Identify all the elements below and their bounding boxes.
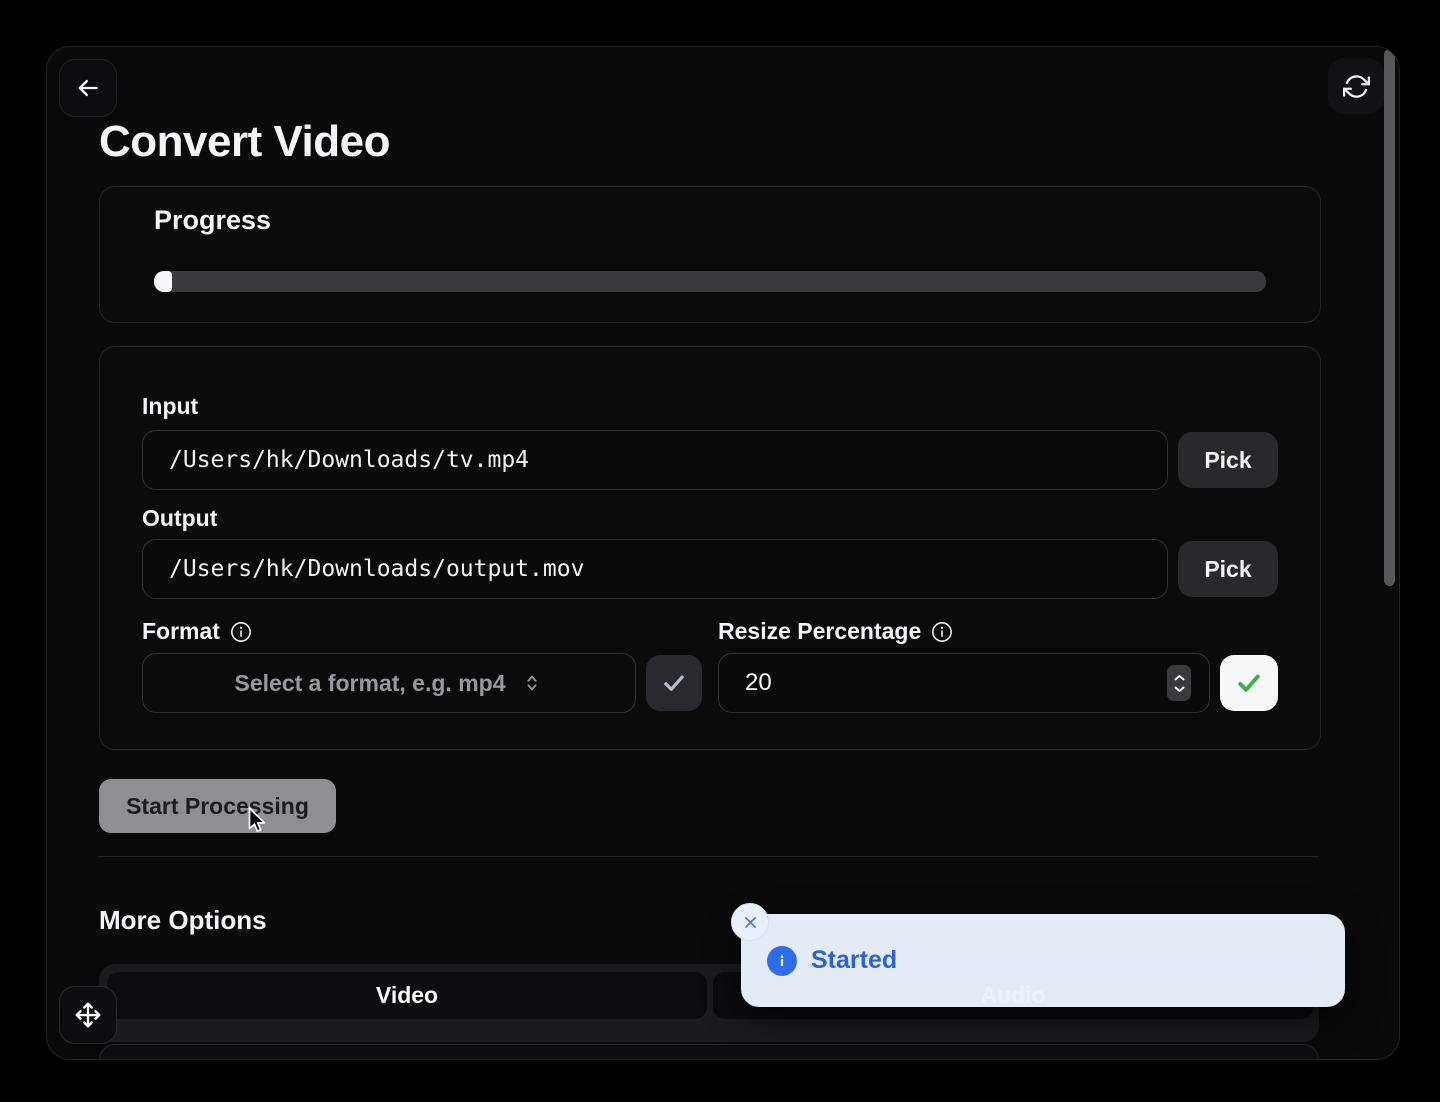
input-path-field[interactable]: /Users/hk/Downloads/tv.mp4 (142, 430, 1168, 490)
resize-percentage-input[interactable]: 20 (718, 653, 1210, 713)
refresh-icon (1343, 73, 1370, 100)
check-icon (661, 670, 687, 696)
app-window: Convert Video Progress Input /Users/hk/D… (46, 46, 1400, 1060)
back-button[interactable] (59, 59, 117, 117)
resize-percentage-value: 20 (745, 669, 772, 697)
toast-message: Started (811, 946, 897, 975)
page-title: Convert Video (99, 117, 390, 167)
info-icon (767, 946, 797, 976)
progress-title: Progress (154, 205, 271, 236)
resize-label-text: Resize Percentage (718, 618, 921, 645)
number-stepper[interactable] (1167, 665, 1191, 701)
format-placeholder: Select a format, e.g. mp4 (235, 670, 506, 697)
chevron-up-icon (1173, 674, 1186, 682)
resize-percentage-label: Resize Percentage (718, 618, 953, 645)
drag-handle-button[interactable] (59, 986, 117, 1044)
output-path-field[interactable]: /Users/hk/Downloads/output.mov (142, 539, 1168, 599)
section-header-video[interactable]: Video (107, 972, 707, 1019)
divider (99, 856, 1319, 857)
input-pick-button[interactable]: Pick (1178, 432, 1278, 488)
input-label: Input (142, 393, 198, 420)
next-section-partial (99, 1044, 1319, 1060)
chevron-up-down-icon (521, 672, 543, 694)
output-path-value: /Users/hk/Downloads/output.mov (169, 556, 584, 582)
arrow-left-icon (74, 74, 102, 102)
info-glyph (774, 953, 790, 969)
chevron-down-icon (1173, 685, 1186, 693)
info-icon (230, 621, 252, 643)
start-processing-button[interactable]: Start Processing (99, 779, 336, 833)
output-label: Output (142, 505, 217, 532)
resize-apply-button[interactable] (1220, 655, 1278, 711)
refresh-button[interactable] (1328, 58, 1384, 114)
move-icon (73, 1000, 103, 1030)
more-options-title: More Options (99, 905, 267, 936)
input-path-value: /Users/hk/Downloads/tv.mp4 (169, 447, 529, 473)
format-select[interactable]: Select a format, e.g. mp4 (142, 653, 636, 713)
progress-card: Progress (99, 186, 1321, 323)
format-label: Format (142, 618, 252, 645)
conversion-settings-card: Input /Users/hk/Downloads/tv.mp4 Pick Ou… (99, 346, 1321, 750)
close-icon (742, 914, 759, 931)
info-icon (931, 621, 953, 643)
page-background: Convert Video Progress Input /Users/hk/D… (0, 0, 1440, 1102)
check-icon (1235, 669, 1263, 697)
format-label-text: Format (142, 618, 220, 645)
toast-notification: Started (741, 914, 1345, 1007)
progress-thumb (154, 271, 172, 292)
toast-close-button[interactable] (731, 903, 769, 941)
progress-bar (154, 271, 1266, 292)
format-apply-button[interactable] (646, 655, 702, 711)
output-pick-button[interactable]: Pick (1178, 541, 1278, 597)
scrollbar-thumb[interactable] (1384, 49, 1395, 586)
